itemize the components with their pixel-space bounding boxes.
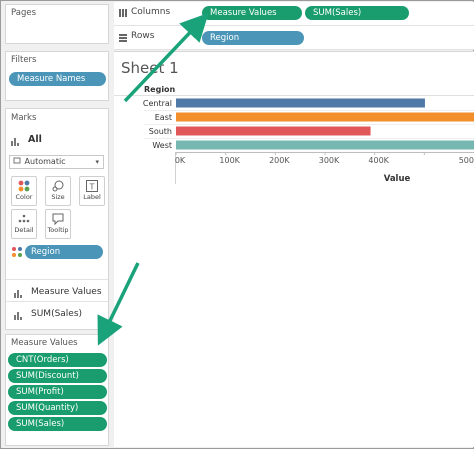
chevron-down-icon: ▾ (95, 158, 99, 166)
columns-shelf[interactable]: Columns Measure Values SUM(Sales) (114, 2, 474, 26)
x-tick-label: 0K (175, 156, 186, 165)
size-button[interactable]: Size (45, 176, 71, 206)
x-tick-label: 300K (319, 156, 340, 165)
pages-card[interactable]: Pages (5, 4, 109, 44)
row-header-label: Region (144, 85, 176, 94)
label-label: Label (83, 193, 101, 201)
marks-card: Marks All Automatic ▾ Color Size T Label… (5, 108, 109, 330)
marks-pill-region[interactable]: Region (25, 245, 103, 259)
columns-icon (118, 8, 128, 21)
marks-measure-values-label: Measure Values (31, 287, 102, 297)
color-label: Color (15, 193, 33, 201)
tooltip-button[interactable]: Tooltip (45, 209, 71, 239)
label-button[interactable]: T Label (79, 176, 105, 206)
category-label: Central (143, 99, 172, 108)
sheet-title[interactable]: Sheet 1 (121, 59, 179, 77)
detail-dots-icon (12, 210, 36, 226)
filters-title: Filters (11, 55, 37, 65)
tooltip-label: Tooltip (47, 226, 69, 234)
marks-all-label: All (28, 134, 42, 145)
size-label: Size (51, 193, 65, 201)
rows-pill-region[interactable]: Region (202, 31, 304, 45)
bar[interactable] (176, 140, 474, 150)
bar-chart: Region Central East South West0K 100K 200K 300K… (114, 85, 474, 184)
marks-row-sum-sales[interactable]: SUM(Sales) (14, 309, 83, 320)
color-dots-icon (11, 246, 23, 258)
filter-pill-measure-names[interactable]: Measure Names (9, 72, 106, 86)
mark-type-label: Automatic (24, 157, 66, 166)
measure-pill-sum-quantity[interactable]: SUM(Quantity) (8, 401, 107, 415)
category-label: South (149, 127, 172, 136)
bars-icon (11, 135, 20, 146)
category-label: West (152, 141, 172, 150)
measure-pill-sum-sales[interactable]: SUM(Sales) (8, 417, 107, 431)
columns-label: Columns (131, 7, 171, 17)
measure-pill-sum-discount[interactable]: SUM(Discount) (8, 369, 107, 383)
color-dots-icon (12, 177, 36, 193)
x-tick-label: 200K (269, 156, 290, 165)
sheet-canvas: Sheet 1 Region Central East South West 0K 100K… (114, 51, 474, 447)
measure-values-card: Measure Values CNT(Orders) SUM(Discount)… (5, 334, 109, 446)
bars-icon (14, 310, 23, 320)
tableau-window: Pages Filters Measure Names Marks All Au… (0, 0, 474, 449)
size-icon (46, 177, 70, 193)
x-tick-label: 100K (219, 156, 240, 165)
x-tick-label: 400K (368, 156, 389, 165)
marks-divider (6, 301, 108, 302)
tooltip-icon (46, 210, 70, 226)
columns-pill-measure-values[interactable]: Measure Values (202, 6, 302, 20)
detail-button[interactable]: Detail (11, 209, 37, 239)
marks-all-row[interactable]: All (11, 134, 42, 146)
x-axis-title: Value (384, 174, 411, 184)
filters-card[interactable]: Filters Measure Names (5, 51, 109, 101)
rows-shelf[interactable]: Rows Region (114, 26, 474, 50)
marks-row-measure-values[interactable]: Measure Values (14, 287, 102, 298)
measure-pill-sum-profit[interactable]: SUM(Profit) (8, 385, 107, 399)
detail-label: Detail (14, 226, 34, 234)
marks-sum-sales-label: SUM(Sales) (31, 309, 83, 319)
columns-pill-sum-sales[interactable]: SUM(Sales) (305, 6, 409, 20)
bar[interactable] (176, 126, 371, 136)
mark-type-select[interactable]: Automatic ▾ (9, 155, 104, 169)
rows-icon (118, 33, 128, 46)
category-label: East (155, 113, 172, 122)
rows-label: Rows (131, 31, 155, 41)
marks-title: Marks (11, 113, 37, 123)
marks-divider (6, 279, 108, 280)
label-icon: T (80, 177, 104, 193)
bars-icon (14, 288, 23, 298)
svg-text:T: T (89, 183, 95, 192)
measure-values-title: Measure Values (11, 338, 78, 348)
color-button[interactable]: Color (11, 176, 37, 206)
left-panel: Pages Filters Measure Names Marks All Au… (2, 2, 109, 448)
mark-type-icon (13, 157, 22, 165)
measure-pill-cnt-orders[interactable]: CNT(Orders) (8, 353, 107, 367)
bar[interactable] (176, 98, 425, 108)
pages-title: Pages (11, 8, 37, 18)
x-tick-label: 500 (459, 156, 474, 165)
bar[interactable] (176, 112, 474, 122)
